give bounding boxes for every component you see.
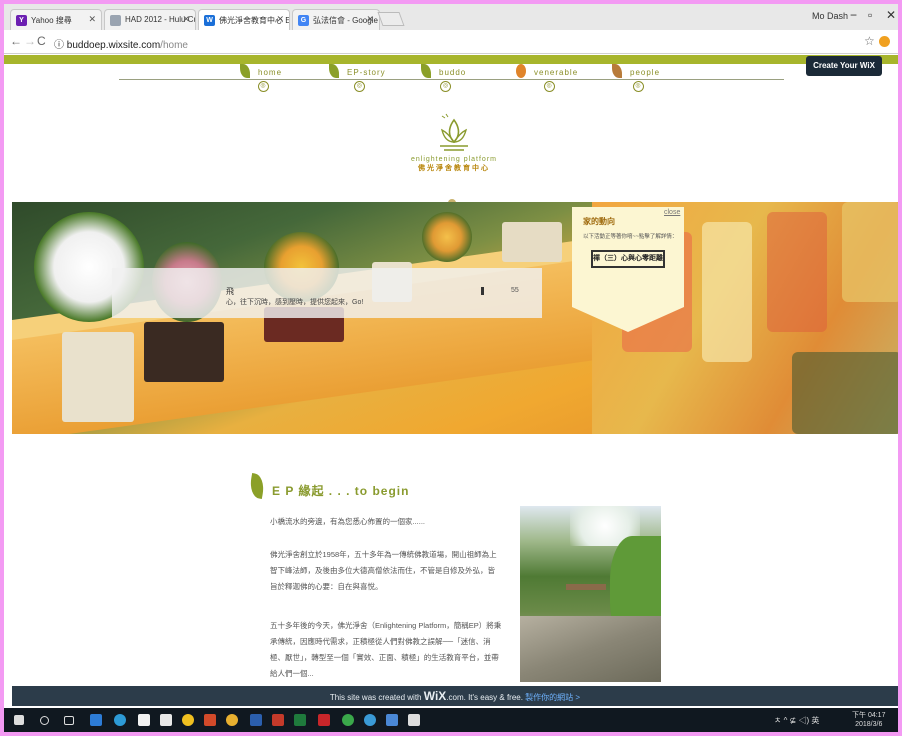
bookmark-star-icon[interactable]: ☆: [864, 34, 875, 48]
leaf-icon: [329, 64, 339, 78]
hero-caption-text: 心，往下沉時，感到壓時，提供您起來，Go!: [226, 299, 364, 306]
notice-title: 家的動向: [583, 217, 615, 226]
create-site-link[interactable]: 製作你的網站 >: [525, 693, 580, 702]
tab-bar: Y Yahoo 搜尋 ✕ HAD 2012 - Hulu Cultu ✕ W 佛…: [4, 4, 898, 30]
tab-hulu[interactable]: HAD 2012 - Hulu Cultu ✕: [104, 9, 196, 30]
nav-item-people[interactable]: people ◎: [612, 64, 660, 92]
system-tray[interactable]: ㅊ ^ ⊈ ◁) 英: [774, 715, 819, 726]
site-logo[interactable]: enlightening platform 佛光淨舍教育中心: [409, 112, 499, 173]
store-icon[interactable]: [138, 714, 150, 726]
new-tab-button[interactable]: [377, 12, 405, 26]
nav-item-venerable[interactable]: venerable ◎: [516, 64, 578, 92]
app-icon[interactable]: [182, 714, 194, 726]
hero-caption-title: 飛: [226, 287, 234, 296]
nav-circle-icon: ◎: [440, 81, 452, 92]
extension-icon[interactable]: [879, 36, 890, 47]
nav-item-home[interactable]: home ◎: [240, 64, 282, 92]
address-bar: ← → C ⓘ buddoep.wixsite.com/home ☆: [4, 30, 898, 54]
paragraph-intro: 小橋流水的旁邊，有為您悉心佈置的一個家......: [270, 517, 426, 526]
hero-caption-number: 55: [511, 287, 519, 294]
profile-name[interactable]: Mo Dash: [812, 11, 848, 21]
leaf-icon: [248, 472, 266, 500]
task-view-icon[interactable]: [64, 716, 74, 725]
nav-circle-icon: ◎: [353, 81, 365, 92]
tab-yahoo[interactable]: Y Yahoo 搜尋 ✕: [10, 9, 102, 30]
url-path: /home: [160, 40, 188, 51]
logo-chinese-text: 佛光淨舍教育中心: [418, 165, 490, 172]
edge-icon[interactable]: [114, 714, 126, 726]
browser-window: Y Yahoo 搜尋 ✕ HAD 2012 - Hulu Cultu ✕ W 佛…: [4, 4, 898, 732]
nav-item-buddo[interactable]: buddo ◎: [421, 64, 466, 92]
app-icon[interactable]: [408, 714, 420, 726]
clock[interactable]: 下午 04:17 2018/3/6: [852, 711, 885, 729]
flower-pot: [502, 222, 562, 262]
search-icon[interactable]: [40, 716, 49, 725]
excel-icon[interactable]: [294, 714, 306, 726]
app-icon[interactable]: [342, 714, 354, 726]
leaf-icon: [240, 64, 250, 78]
word-icon[interactable]: [250, 714, 262, 726]
wix-icon: W: [204, 15, 215, 26]
wix-banner: This site was created with WiX.com. It's…: [12, 686, 898, 706]
flower-pot: [62, 332, 134, 422]
create-wix-site-button[interactable]: Create Your WiX Site: [806, 56, 882, 90]
header-strip: [4, 55, 898, 64]
url-host: buddoep.wixsite.com: [66, 40, 161, 51]
minimize-icon[interactable]: −: [850, 8, 857, 22]
reload-icon[interactable]: C: [37, 34, 46, 48]
nav-circle-icon: ◎: [257, 81, 269, 92]
restore-icon[interactable]: ▫: [868, 8, 872, 22]
nav-circle-icon: ◎: [543, 81, 555, 92]
paragraph-today: 五十多年後的今天，佛光淨舍（Enlightening Platform，簡稱EP…: [270, 621, 502, 678]
notice-close-link[interactable]: close: [664, 209, 680, 216]
event-button[interactable]: 禪（三）心與心零距離: [591, 250, 665, 268]
pdf-icon[interactable]: [318, 714, 330, 726]
notice-description: 以下活動正等著你唷~~點擊了解詳情：: [583, 234, 678, 240]
windows-start-icon[interactable]: [14, 715, 24, 725]
lotus-logo-icon: [440, 113, 468, 151]
close-icon[interactable]: ✕: [182, 14, 190, 25]
yahoo-icon: Y: [16, 15, 27, 26]
leaf-icon: [421, 64, 431, 78]
logo-english-text: enlightening platform: [411, 156, 497, 163]
stream-photo: [520, 506, 661, 682]
app-icon[interactable]: [204, 714, 216, 726]
section-title: E P 緣起 . . . to begin: [272, 484, 410, 498]
hero-caption-box: [112, 268, 542, 318]
url-field[interactable]: ⓘ buddoep.wixsite.com/home: [54, 36, 188, 51]
leaf-icon: [612, 64, 622, 78]
close-icon[interactable]: ✕: [366, 14, 374, 25]
flower-icon: [516, 64, 526, 78]
back-icon[interactable]: ←: [10, 34, 22, 48]
nav-circle-icon: ◎: [632, 81, 644, 92]
flower-pot: [144, 322, 224, 382]
mail-icon[interactable]: [160, 714, 172, 726]
tab-current[interactable]: W 佛光淨舍教育中心 E ✕: [198, 9, 290, 30]
chrome-icon[interactable]: [226, 714, 238, 726]
nav-item-ep-story[interactable]: EP-story ◎: [329, 64, 386, 92]
wix-brand: WiX: [423, 689, 447, 703]
document-icon: [110, 15, 121, 26]
orange-flowers: [422, 212, 472, 262]
google-icon: G: [298, 15, 309, 26]
powerpoint-icon[interactable]: [272, 714, 284, 726]
close-window-icon[interactable]: ✕: [886, 8, 896, 22]
desktop-icon[interactable]: [90, 714, 102, 726]
info-icon[interactable]: ⓘ: [54, 40, 67, 51]
forward-icon[interactable]: →: [24, 34, 36, 48]
app-icon[interactable]: [386, 714, 398, 726]
windows-taskbar: ㅊ ^ ⊈ ◁) 英 下午 04:17 2018/3/6: [4, 708, 898, 732]
close-icon[interactable]: ✕: [276, 14, 284, 25]
tab-google[interactable]: G 弘法信會 - Google 搜尋 ✕: [292, 9, 380, 30]
hero-image: [12, 202, 898, 434]
app-icon[interactable]: [364, 714, 376, 726]
hero-caption-marker: [481, 287, 484, 295]
paragraph-history: 佛光淨舍創立於1958年，五十多年為一傳統佛教道場，開山祖師為上智下峰法師，及後…: [270, 550, 497, 591]
close-icon[interactable]: ✕: [88, 14, 96, 25]
